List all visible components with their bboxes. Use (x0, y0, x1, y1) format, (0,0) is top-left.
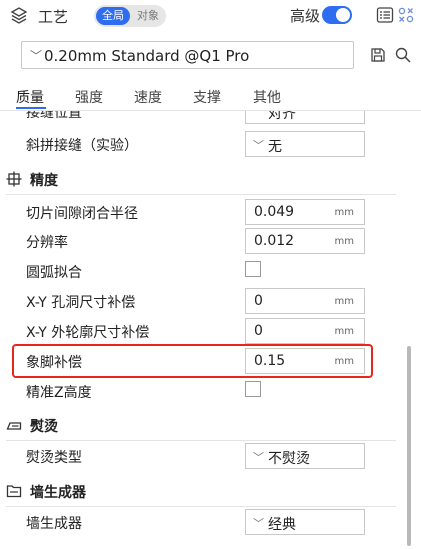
preset-value: 0.20mm Standard @Q1 Pro (44, 47, 250, 65)
section-precision: 精度 (0, 166, 404, 195)
wall-generator-select[interactable]: ﹀ 经典 (245, 509, 365, 535)
input-value: 0 (254, 323, 263, 339)
setting-label: 熨烫类型 (26, 450, 82, 466)
setting-row-resolution: 分辨率 0.012 mm (0, 228, 404, 257)
tab-support[interactable]: 支撑 (193, 87, 221, 107)
layers-icon (10, 7, 28, 24)
process-preset-select[interactable]: ﹀ 0.20mm Standard @Q1 Pro (21, 41, 354, 69)
chevron-down-icon: ﹀ (253, 451, 264, 464)
input-value: 0.15 (254, 353, 286, 369)
settings-tabs: 质量 强度 速度 支撑 其他 (0, 80, 421, 110)
scarf-seam-select[interactable]: ﹀ 无 (245, 131, 365, 157)
input-value: 0.012 (254, 233, 295, 249)
precise-z-checkbox[interactable] (245, 381, 261, 397)
select-value: 经典 (268, 517, 296, 533)
xy-contour-comp-input[interactable]: 0 mm (245, 318, 365, 344)
iron-icon (6, 422, 22, 430)
scope-switch[interactable]: 全局 对象 (94, 5, 166, 27)
unit-label: mm (334, 296, 354, 307)
setting-row-arc-fitting: 圆弧拟合 (0, 258, 404, 287)
tab-strength[interactable]: 强度 (75, 87, 103, 107)
setting-label: 分辨率 (26, 235, 68, 251)
seam-position-select[interactable]: ﹀ 对齐 (245, 111, 365, 124)
section-ironing: 熨烫 (0, 412, 404, 441)
chevron-down-icon: ﹀ (30, 49, 43, 63)
ironing-type-select[interactable]: ﹀ 不熨烫 (245, 443, 365, 469)
arc-fitting-checkbox[interactable] (245, 261, 261, 277)
section-divider (6, 194, 396, 195)
toggle-knob (336, 8, 350, 22)
setting-row-xy-hole-comp: X-Y 孔洞尺寸补偿 0 mm (0, 288, 404, 317)
setting-row-scarf-seam: 斜拼接缝（实验） ﹀ 无 (0, 131, 404, 160)
compare-settings-icon[interactable] (397, 6, 415, 24)
select-value: 无 (268, 139, 282, 155)
setting-row-seam-position: 接缝位置 ﹀ 对齐 (0, 111, 404, 127)
unit-label: mm (334, 236, 354, 247)
unit-label: mm (334, 356, 354, 367)
tab-speed[interactable]: 速度 (134, 87, 162, 107)
section-title: 熨烫 (30, 419, 58, 435)
setting-label: 斜拼接缝（实验） (26, 138, 138, 154)
setting-row-ironing-type: 熨烫类型 ﹀ 不熨烫 (0, 443, 404, 472)
scrollbar-thumb[interactable] (407, 346, 411, 546)
setting-label: 圆弧拟合 (26, 265, 82, 281)
setting-label: 精准Z高度 (26, 385, 92, 401)
advanced-toggle[interactable] (322, 6, 352, 24)
advanced-label: 高级 (290, 7, 321, 25)
setting-row-xy-contour-comp: X-Y 外轮廓尺寸补偿 0 mm (0, 318, 404, 347)
setting-label: 接缝位置 (26, 111, 82, 121)
elephant-foot-comp-input[interactable]: 0.15 mm (245, 348, 365, 374)
tab-quality[interactable]: 质量 (16, 87, 44, 107)
scope-global-option[interactable]: 全局 (96, 7, 130, 25)
setting-row-precise-z: 精准Z高度 (0, 378, 404, 407)
search-icon[interactable] (394, 46, 412, 64)
vertical-scrollbar[interactable] (405, 111, 413, 549)
section-wall-generator: 墙生成器 (0, 478, 404, 507)
setting-label: 象脚补偿 (26, 355, 82, 371)
tab-other[interactable]: 其他 (253, 87, 281, 107)
setting-label: X-Y 外轮廓尺寸补偿 (26, 325, 150, 341)
resolution-input[interactable]: 0.012 mm (245, 228, 365, 254)
section-title: 精度 (30, 173, 58, 189)
setting-label: X-Y 孔洞尺寸补偿 (26, 295, 136, 311)
select-value: 对齐 (268, 111, 296, 122)
settings-list: 接缝位置 ﹀ 对齐 斜拼接缝（实验） ﹀ 无 精度 切片间隙闭合半径 0.049… (0, 111, 404, 549)
unit-label: mm (334, 207, 354, 218)
section-divider (6, 506, 396, 507)
chevron-down-icon: ﹀ (253, 111, 264, 119)
wall-generator-icon (6, 485, 22, 498)
setting-label: 切片间隙闭合半径 (26, 206, 138, 222)
select-value: 不熨烫 (268, 451, 310, 467)
setting-row-slice-gap-closing: 切片间隙闭合半径 0.049 mm (0, 199, 404, 228)
section-title: 墙生成器 (30, 485, 86, 501)
unit-label: mm (334, 326, 354, 337)
input-value: 0 (254, 293, 263, 309)
save-icon[interactable] (369, 46, 387, 64)
xy-hole-comp-input[interactable]: 0 mm (245, 288, 365, 314)
slice-gap-closing-input[interactable]: 0.049 mm (245, 199, 365, 225)
setting-label: 墙生成器 (26, 516, 82, 532)
setting-row-wall-generator: 墙生成器 ﹀ 经典 (0, 509, 404, 538)
input-value: 0.049 (254, 204, 295, 220)
precision-icon (6, 171, 22, 187)
active-tab-indicator (16, 107, 46, 109)
chevron-down-icon: ﹀ (253, 139, 264, 152)
panel-title: 工艺 (38, 8, 69, 26)
setting-row-elephant-foot: 象脚补偿 0.15 mm (0, 348, 404, 377)
scope-object-option[interactable]: 对象 (132, 7, 164, 25)
section-divider (6, 440, 396, 441)
chevron-down-icon: ﹀ (253, 517, 264, 530)
list-view-icon[interactable] (376, 6, 394, 24)
process-header: 工艺 全局 对象 高级 (0, 0, 421, 32)
